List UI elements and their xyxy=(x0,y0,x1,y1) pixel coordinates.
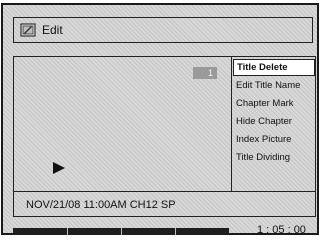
menu-item-title-dividing[interactable]: Title Dividing xyxy=(233,149,315,166)
edit-icon xyxy=(20,22,36,38)
progress-bar[interactable] xyxy=(13,228,229,235)
edit-screen: Edit 1 Title Delete Edit Title Name Chap… xyxy=(1,3,319,236)
page-title: Edit xyxy=(42,23,63,37)
play-icon xyxy=(52,161,66,175)
menu-item-hide-chapter[interactable]: Hide Chapter xyxy=(233,113,315,130)
chapter-marker xyxy=(121,228,122,235)
recording-info-bar: NOV/21/08 11:00AM CH12 SP xyxy=(14,191,315,216)
menu-item-index-picture[interactable]: Index Picture xyxy=(233,131,315,148)
edit-menu: Title Delete Edit Title Name Chapter Mar… xyxy=(233,59,315,167)
menu-item-edit-title-name[interactable]: Edit Title Name xyxy=(233,77,315,94)
header-bar: Edit xyxy=(13,17,313,43)
menu-item-title-delete[interactable]: Title Delete xyxy=(233,59,315,76)
time-readout: 1 : 05 : 00 xyxy=(257,224,306,236)
chapter-marker xyxy=(67,228,68,235)
chapter-marker xyxy=(175,228,176,235)
main-panel: 1 Title Delete Edit Title Name Chapter M… xyxy=(13,56,316,217)
video-preview: 1 xyxy=(14,57,232,191)
title-number-badge: 1 xyxy=(193,67,217,79)
menu-item-chapter-mark[interactable]: Chapter Mark xyxy=(233,95,315,112)
recording-info-text: NOV/21/08 11:00AM CH12 SP xyxy=(26,199,176,211)
